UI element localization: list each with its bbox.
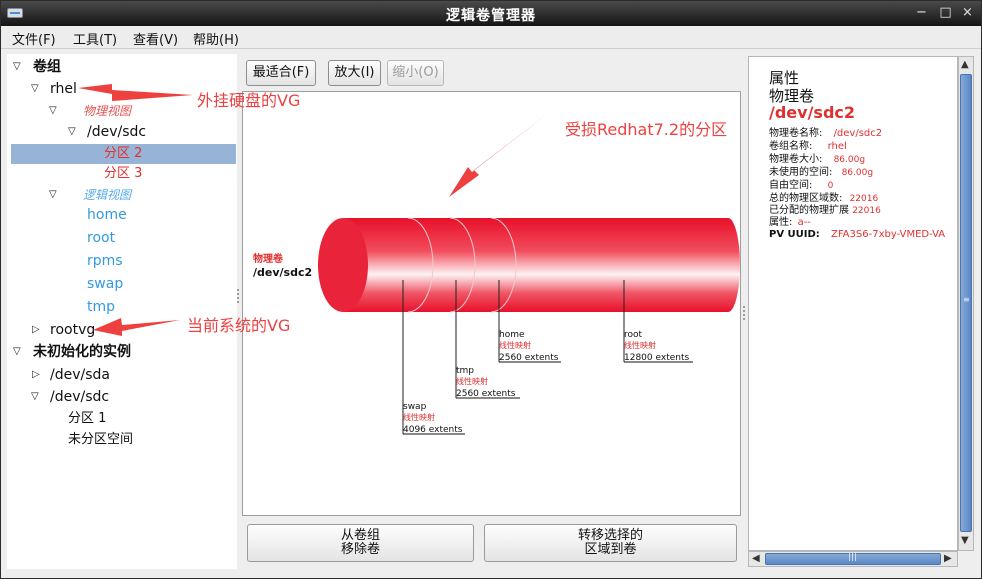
expander-right-icon[interactable]: ▷: [32, 320, 40, 340]
tree-item-unpartitioned-space[interactable]: 未分区空间: [68, 430, 133, 450]
properties-horizontal-scrollbar[interactable]: ◀ ||| ▶: [748, 551, 958, 567]
segment-name: root: [624, 330, 643, 340]
prop-row-vg-name: 卷组名称: rhel: [769, 141, 847, 152]
close-button[interactable]: ×: [960, 6, 975, 21]
prop-row-pv-size: 物理卷大小: 86.00g: [769, 154, 866, 165]
tree-item-uninit-dev-sdc[interactable]: /dev/sdc: [50, 387, 109, 407]
segment-label-tmp[interactable]: tmp 线性映射 2560 extents: [456, 366, 520, 399]
button-line: 从卷组: [340, 528, 380, 543]
annotation-damaged-partition: 受损Redhat7.2的分区: [565, 120, 728, 139]
expander-down-icon[interactable]: ▽: [68, 122, 76, 142]
prop-row-pv-uuid: PV UUID: ZFA3S6-7xby-VMED-VA: [769, 229, 946, 240]
prop-row-pv-name: 物理卷名称: /dev/sdc2: [769, 128, 883, 139]
tree-item-uninitialized[interactable]: 未初始化的实例: [33, 342, 131, 362]
zoom-out-button[interactable]: 缩小(O): [387, 60, 444, 86]
tree-item-logical-view[interactable]: 逻辑视图: [83, 185, 131, 205]
tree-item-partition-2-selected[interactable]: 分区 2: [11, 144, 236, 164]
tree-item-rhel[interactable]: rhel: [50, 79, 77, 99]
tree-item-lv-home[interactable]: home: [87, 205, 127, 225]
segment-name: tmp: [456, 366, 474, 376]
grip-icon: ≡: [963, 295, 970, 304]
fit-button[interactable]: 最适合(F): [246, 60, 316, 86]
segment-type: 线性映射: [403, 412, 435, 422]
expander-down-icon[interactable]: ▽: [13, 57, 21, 77]
migrate-extents-button[interactable]: 转移选择的 区域到卷: [484, 524, 737, 562]
scroll-down-icon[interactable]: ▼: [961, 535, 969, 546]
menu-help[interactable]: 帮助(H): [193, 29, 239, 48]
segment-type: 线性映射: [456, 376, 488, 386]
grip-icon: |||: [848, 552, 858, 562]
segment-label-root[interactable]: root 线性映射 12800 extents: [624, 330, 693, 363]
segment-type: 线性映射: [624, 340, 656, 350]
cylinder-body[interactable]: [343, 218, 728, 312]
lvm-window: 逻辑卷管理器 − □ × 文件(F) 工具(T) 查看(V) 帮助(H) ▽ 卷…: [0, 0, 982, 579]
tree-item-lv-tmp[interactable]: tmp: [87, 297, 115, 317]
tree-item-lv-root[interactable]: root: [87, 228, 115, 248]
expander-right-icon[interactable]: ▷: [32, 365, 40, 385]
segment-type: 线性映射: [499, 340, 531, 350]
prop-row-allocated-pe: 已分配的物理扩展 22016: [769, 205, 881, 216]
pv-cylinder-diagram: 物理卷 /dev/sdc2 swap 线性映射 4096 extents tmp…: [253, 217, 740, 435]
expander-down-icon[interactable]: ▽: [31, 387, 39, 407]
scroll-left-icon[interactable]: ◀: [752, 553, 760, 564]
menu-tools[interactable]: 工具(T): [73, 29, 117, 48]
annotation-current-vg: 当前系统的VG: [187, 316, 291, 335]
properties-panel: 属性 物理卷 /dev/sdc2 物理卷名称: /dev/sdc2 卷组名称: …: [748, 56, 958, 551]
scroll-up-icon[interactable]: ▲: [961, 59, 969, 70]
pv-label: 物理卷: [253, 252, 284, 265]
annotation-external-vg: 外挂硬盘的VG: [197, 91, 301, 110]
tree-item-uninit-partition-1[interactable]: 分区 1: [68, 409, 106, 429]
horizontal-scroll-thumb[interactable]: |||: [765, 552, 941, 565]
prop-row-free-space: 自由空间: 0: [769, 180, 834, 191]
properties-vertical-scrollbar[interactable]: ▲ ≡ ▼: [958, 56, 974, 551]
expander-down-icon[interactable]: ▽: [31, 79, 39, 99]
pv-diagram-canvas: 物理卷 /dev/sdc2 swap 线性映射 4096 extents tmp…: [242, 91, 741, 516]
properties-name: /dev/sdc2: [769, 103, 856, 122]
scroll-right-icon[interactable]: ▶: [944, 553, 952, 564]
pv-name: /dev/sdc2: [253, 266, 312, 279]
title-bar: 逻辑卷管理器 − □ ×: [1, 1, 981, 26]
button-line: 区域到卷: [584, 542, 637, 557]
expander-down-icon[interactable]: ▽: [13, 342, 21, 362]
expander-down-icon[interactable]: ▽: [49, 101, 57, 121]
tree-item-label: 分区 2: [104, 146, 143, 161]
vertical-scroll-thumb[interactable]: ≡: [960, 74, 972, 532]
cylinder-end-cap: [716, 218, 740, 312]
segment-label-home[interactable]: home 线性映射 2560 extents: [499, 330, 561, 363]
menu-view[interactable]: 查看(V): [133, 29, 178, 48]
tree-item-lv-swap[interactable]: swap: [87, 274, 123, 294]
menu-file[interactable]: 文件(F): [12, 29, 56, 48]
cylinder-front-cap[interactable]: [318, 218, 368, 312]
button-line: 移除卷: [340, 542, 380, 557]
tree-item-partition-3[interactable]: 分区 3: [104, 164, 142, 184]
tree-item-dev-sda[interactable]: /dev/sda: [50, 365, 110, 385]
segment-label-swap[interactable]: swap 线性映射 4096 extents: [403, 402, 465, 435]
prop-row-total-pe: 总的物理区域数: 22016: [769, 193, 879, 204]
segment-name: home: [499, 330, 525, 340]
segment-name: swap: [403, 402, 427, 412]
window-title: 逻辑卷管理器: [446, 8, 536, 24]
maximize-button[interactable]: □: [938, 6, 953, 21]
menu-bar: 文件(F) 工具(T) 查看(V) 帮助(H): [1, 26, 981, 49]
tree-item-rootvg[interactable]: rootvg: [50, 320, 95, 340]
zoom-in-button[interactable]: 放大(I): [328, 60, 381, 86]
remove-from-vg-button[interactable]: 从卷组 移除卷: [247, 524, 474, 562]
tree-item-lv-rpms[interactable]: rpms: [87, 251, 123, 271]
splitter-grip-icon[interactable]: [743, 306, 745, 320]
expander-down-icon[interactable]: ▽: [49, 185, 57, 205]
button-line: 转移选择的: [577, 528, 643, 543]
tree-item-physical-view[interactable]: 物理视图: [83, 101, 131, 121]
tree-item-volume-groups[interactable]: 卷组: [33, 57, 61, 77]
minimize-button[interactable]: −: [914, 6, 929, 21]
prop-row-attributes: 属性: a--: [769, 217, 811, 228]
splitter-grip-icon[interactable]: [237, 289, 239, 303]
prop-row-unused: 未使用的空间: 86.00g: [769, 167, 874, 178]
tree-item-dev-sdc[interactable]: /dev/sdc: [87, 122, 146, 142]
